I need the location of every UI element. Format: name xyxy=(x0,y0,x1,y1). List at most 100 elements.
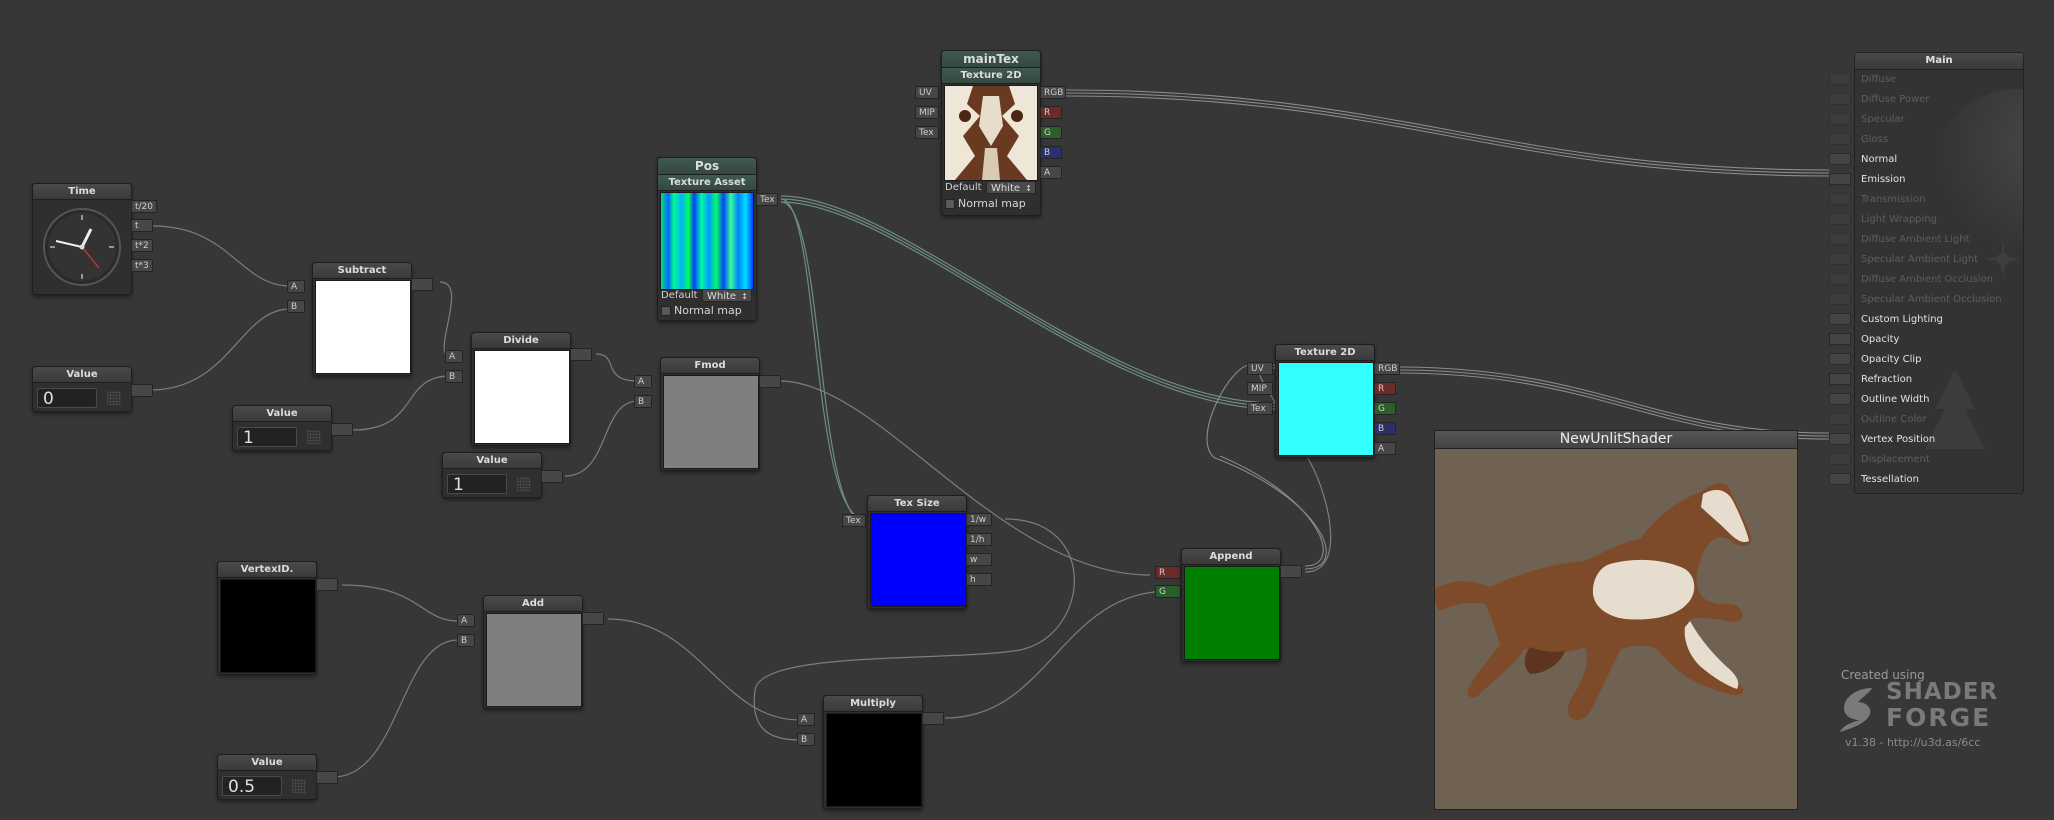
main-input-port[interactable] xyxy=(1829,113,1851,125)
vertexid-output-port[interactable] xyxy=(316,578,338,591)
maintex-output-g[interactable]: G xyxy=(1040,126,1062,139)
drag-handle-icon[interactable] xyxy=(292,779,306,793)
value-output-port[interactable] xyxy=(131,384,153,397)
default-texture-dropdown[interactable]: White ↕ xyxy=(986,181,1036,194)
tex2d-output-a[interactable]: A xyxy=(1374,442,1396,455)
tex2d-input-tex[interactable]: Tex xyxy=(1247,402,1273,415)
main-input-port[interactable] xyxy=(1829,333,1851,345)
add-input-b[interactable]: B xyxy=(457,634,475,647)
texsize-output-1h[interactable]: 1/h xyxy=(966,533,992,546)
time-output-t20[interactable]: t/20 xyxy=(131,200,157,213)
main-input-port[interactable] xyxy=(1829,473,1851,485)
add-output-port[interactable] xyxy=(582,612,604,625)
fmod-input-b[interactable]: B xyxy=(634,395,652,408)
fmod-input-a[interactable]: A xyxy=(634,375,652,388)
multiply-input-a[interactable]: A xyxy=(797,713,815,726)
append-input-r[interactable]: R xyxy=(1155,566,1181,579)
main-input-port[interactable] xyxy=(1829,313,1851,325)
value-node[interactable]: Value 0 xyxy=(32,366,132,412)
texsize-output-w[interactable]: w xyxy=(966,553,992,566)
maintex-output-rgb[interactable]: RGB xyxy=(1040,86,1066,99)
pos-output-tex[interactable]: Tex xyxy=(756,193,778,206)
divide-node[interactable]: Divide xyxy=(471,332,571,446)
tex2d-output-b[interactable]: B xyxy=(1374,422,1396,435)
main-input-port[interactable] xyxy=(1829,93,1851,105)
pos-texture-asset-node[interactable]: Pos Texture Asset Default White ↕ Normal … xyxy=(657,157,757,321)
append-node[interactable]: Append xyxy=(1181,548,1281,662)
fmod-node[interactable]: Fmod xyxy=(660,357,760,471)
tex2d-input-mip[interactable]: MIP xyxy=(1247,382,1273,395)
fmod-output-port[interactable] xyxy=(759,375,781,388)
main-input-port[interactable] xyxy=(1829,453,1851,465)
time-output-t3[interactable]: t*3 xyxy=(131,259,153,272)
multiply-node[interactable]: Multiply xyxy=(823,695,923,809)
maintex-input-mip[interactable]: MIP xyxy=(915,106,939,119)
main-input-port[interactable] xyxy=(1829,393,1851,405)
subtract-input-a[interactable]: A xyxy=(287,280,305,293)
value-node[interactable]: Value 0.5 xyxy=(217,754,317,800)
value-field[interactable]: 1 xyxy=(237,427,297,448)
add-input-a[interactable]: A xyxy=(457,614,475,627)
divide-input-b[interactable]: B xyxy=(445,370,463,383)
maintex-output-r[interactable]: R xyxy=(1040,106,1062,119)
main-input-port[interactable] xyxy=(1829,173,1851,185)
time-output-t[interactable]: t xyxy=(131,219,153,232)
drag-handle-icon[interactable] xyxy=(107,391,121,405)
value-field[interactable]: 0.5 xyxy=(222,776,282,797)
value-field[interactable]: 1 xyxy=(447,474,507,495)
maintex-output-b[interactable]: B xyxy=(1040,146,1062,159)
main-input-port[interactable] xyxy=(1829,293,1851,305)
main-input-port[interactable] xyxy=(1829,373,1851,385)
drag-handle-icon[interactable] xyxy=(517,477,531,491)
maintex-output-a[interactable]: A xyxy=(1040,166,1062,179)
multiply-input-b[interactable]: B xyxy=(797,733,815,746)
main-input-port[interactable] xyxy=(1829,353,1851,365)
main-input-port[interactable] xyxy=(1829,133,1851,145)
texture-2d-node[interactable]: Texture 2D xyxy=(1275,344,1375,458)
main-input-port[interactable] xyxy=(1829,273,1851,285)
main-input-port[interactable] xyxy=(1829,153,1851,165)
texsize-output-1w[interactable]: 1/w xyxy=(966,513,992,526)
append-input-g[interactable]: G xyxy=(1155,585,1181,598)
tex2d-output-rgb[interactable]: RGB xyxy=(1374,362,1400,375)
normal-map-checkbox[interactable] xyxy=(945,199,955,209)
subtract-output-port[interactable] xyxy=(411,278,433,291)
maintex-node[interactable]: mainTex Texture 2D Default White ↕ Normal… xyxy=(941,50,1041,216)
normal-map-checkbox[interactable] xyxy=(661,306,671,316)
main-input-port[interactable] xyxy=(1829,433,1851,445)
append-output-port[interactable] xyxy=(1280,565,1302,578)
value-field[interactable]: 0 xyxy=(37,388,97,409)
value-output-port[interactable] xyxy=(541,470,563,483)
main-input-port[interactable] xyxy=(1829,253,1851,265)
drag-handle-icon[interactable] xyxy=(307,430,321,444)
main-input-port[interactable] xyxy=(1829,213,1851,225)
main-output-node[interactable]: Main Diffuse Diffuse Power Specular Gloss No… xyxy=(1854,52,2024,494)
add-node[interactable]: Add xyxy=(483,595,583,709)
subtract-input-b[interactable]: B xyxy=(287,300,305,313)
texsize-input-tex[interactable]: Tex xyxy=(842,514,866,527)
main-input-port[interactable] xyxy=(1829,193,1851,205)
tex2d-output-r[interactable]: R xyxy=(1374,382,1396,395)
tex2d-output-g[interactable]: G xyxy=(1374,402,1396,415)
vertexid-node[interactable]: VertexID. xyxy=(217,561,317,675)
main-input-port[interactable] xyxy=(1829,233,1851,245)
texsize-output-h[interactable]: h xyxy=(966,573,992,586)
multiply-output-port[interactable] xyxy=(922,712,944,725)
tex-size-node[interactable]: Tex Size xyxy=(867,495,967,609)
shader-preview-viewport[interactable]: NewUnlitShader xyxy=(1434,430,1798,810)
default-texture-dropdown[interactable]: White ↕ xyxy=(702,289,752,302)
time-output-t2[interactable]: t*2 xyxy=(131,239,153,252)
maintex-input-tex[interactable]: Tex xyxy=(915,126,939,139)
time-node[interactable]: Time xyxy=(32,183,132,295)
divide-output-port[interactable] xyxy=(570,348,592,361)
tex2d-input-uv[interactable]: UV xyxy=(1247,362,1273,375)
subtract-node[interactable]: Subtract xyxy=(312,262,412,376)
value-node[interactable]: Value 1 xyxy=(442,452,542,498)
value-node[interactable]: Value 1 xyxy=(232,405,332,451)
maintex-input-uv[interactable]: UV xyxy=(915,86,939,99)
main-input-port[interactable] xyxy=(1829,413,1851,425)
main-input-port[interactable] xyxy=(1829,73,1851,85)
value-output-port[interactable] xyxy=(316,771,338,784)
divide-input-a[interactable]: A xyxy=(445,350,463,363)
value-output-port[interactable] xyxy=(331,423,353,436)
